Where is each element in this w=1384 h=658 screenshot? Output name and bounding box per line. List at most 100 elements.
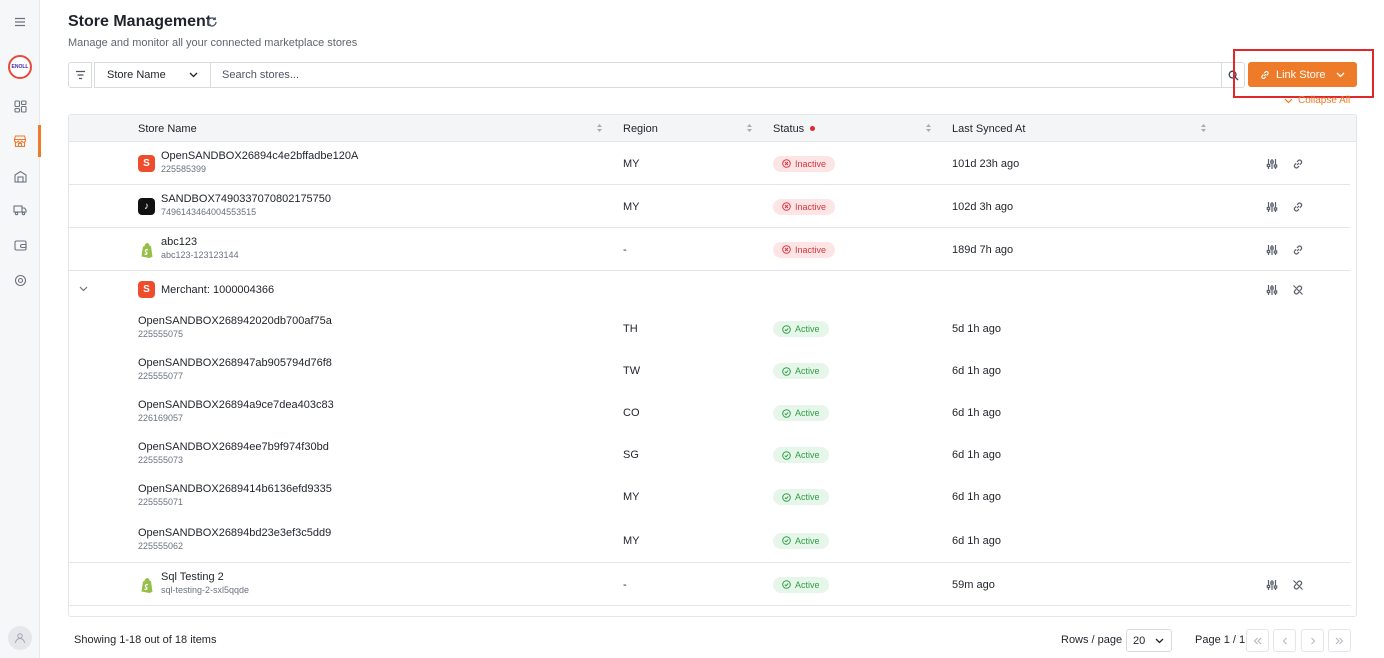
- last-synced-cell: 5d 1h ago: [952, 323, 1001, 335]
- store-id: 7496143464004553515: [161, 207, 257, 217]
- avatar[interactable]: [8, 626, 32, 650]
- search-input[interactable]: [210, 62, 1222, 88]
- chevron-down-icon[interactable]: [79, 286, 88, 292]
- merchant-group-row[interactable]: S Merchant: 1000004366: [69, 271, 1350, 308]
- store-id: 225555075: [138, 329, 184, 339]
- last-synced-cell: 6d 1h ago: [952, 534, 1001, 547]
- double-chevron-left-icon: [1253, 637, 1262, 644]
- chevron-down-icon: [1155, 638, 1164, 643]
- shopify-icon: [138, 576, 155, 593]
- status-label: Inactive: [795, 244, 827, 255]
- link-store-button[interactable]: Link Store: [1248, 62, 1357, 87]
- store-name-cell[interactable]: OpenSANDBOX26894a9ce7dea403c83 226169057: [138, 399, 334, 424]
- x-circle-icon: [782, 159, 791, 168]
- store-name-cell[interactable]: OpenSANDBOX268947ab905794d76f8 225555077: [138, 357, 332, 382]
- warehouse-icon[interactable]: [0, 160, 40, 192]
- sort-icon[interactable]: [925, 123, 932, 133]
- sidebar: ENOLL: [0, 0, 41, 658]
- status-label: Active: [795, 324, 820, 334]
- store-name-cell[interactable]: OpenSANDBOX26894c4e2bffadbe120A 225585399: [161, 150, 358, 175]
- link-icon[interactable]: [1292, 201, 1304, 213]
- status-label: Inactive: [795, 158, 827, 169]
- region-cell: TH: [623, 323, 638, 335]
- page-title: Store Management: [68, 13, 212, 30]
- rows-per-page-label: Rows / page: [1061, 634, 1123, 646]
- search-field-select[interactable]: Store Name: [94, 62, 211, 88]
- first-page-button[interactable]: [1246, 629, 1269, 652]
- refresh-icon[interactable]: [206, 16, 218, 28]
- status-cell: Active: [773, 476, 829, 518]
- chevron-down-icon: [189, 72, 198, 78]
- menu-icon[interactable]: [0, 6, 40, 38]
- link-icon[interactable]: [1292, 244, 1304, 256]
- last-synced-cell: 59m ago: [952, 578, 995, 591]
- shopee-icon: S: [138, 281, 155, 298]
- column-label: Store Name: [138, 122, 197, 135]
- store-name-cell[interactable]: abc123 abc123-123123144: [161, 236, 239, 261]
- sort-icon[interactable]: [1200, 123, 1207, 133]
- brand-logo[interactable]: ENOLL: [8, 55, 32, 79]
- status-cell: Active: [773, 350, 829, 392]
- column-header-last-synced[interactable]: Last Synced At: [952, 115, 1025, 142]
- store-name-cell[interactable]: Sql Testing 2 sql-testing-2-sxl5qqde: [161, 571, 249, 596]
- store-name-cell[interactable]: OpenSANDBOX2689414b6136efd9335 225555071: [138, 483, 332, 508]
- dashboard-icon[interactable]: [0, 90, 40, 122]
- link-icon[interactable]: [1292, 158, 1304, 170]
- table-row: OpenSANDBOX26894bd23e3ef3c5dd9 225555062 M…: [69, 518, 1350, 563]
- status-badge: Inactive: [773, 241, 836, 258]
- settings-sliders-icon[interactable]: [1266, 284, 1278, 296]
- store-id: 226169057: [138, 413, 184, 423]
- status-label: Active: [795, 366, 820, 376]
- filter-button[interactable]: [68, 62, 92, 88]
- settings-sliders-icon[interactable]: [1266, 244, 1278, 256]
- region-cell: MY: [623, 157, 640, 170]
- store-name: OpenSANDBOX26894bd23e3ef3c5dd9: [138, 527, 332, 539]
- store-name-cell[interactable]: OpenSANDBOX268942020db700af75a 225555075: [138, 315, 332, 340]
- last-synced-cell: 6d 1h ago: [952, 365, 1001, 377]
- double-chevron-right-icon: [1335, 637, 1344, 644]
- unlink-icon[interactable]: [1292, 284, 1304, 296]
- column-header-region[interactable]: Region: [623, 115, 658, 142]
- status-badge: Active: [773, 447, 829, 463]
- status-badge: Active: [773, 405, 829, 421]
- store-name-cell[interactable]: OpenSANDBOX26894ee7b9f974f30bd 225555073: [138, 441, 329, 466]
- gear-icon[interactable]: [0, 264, 40, 296]
- store-name-cell[interactable]: SANDBOX7490337070802175750 74961434640045…: [161, 193, 331, 218]
- column-label: Last Synced At: [952, 122, 1026, 135]
- unlink-icon[interactable]: [1292, 579, 1304, 591]
- chevron-up-icon: [1284, 98, 1293, 103]
- store-id: 225585399: [161, 164, 207, 174]
- last-synced-cell: 1d 1h ago: [952, 606, 1001, 616]
- settings-sliders-icon[interactable]: [1266, 158, 1278, 170]
- collapse-all-button[interactable]: Collapse All: [1284, 95, 1350, 106]
- settings-sliders-icon[interactable]: [1266, 579, 1278, 591]
- region-cell: SG: [623, 449, 639, 461]
- wallet-icon[interactable]: [0, 229, 40, 261]
- settings-sliders-icon[interactable]: [1266, 201, 1278, 213]
- sort-icon[interactable]: [596, 123, 603, 133]
- rows-per-page-select[interactable]: 20: [1126, 629, 1172, 652]
- store-icon[interactable]: [0, 125, 41, 157]
- store-name-cell[interactable]: OpenSANDBOX26894bd23e3ef3c5dd9 225555062: [138, 527, 331, 552]
- status-cell: Active: [773, 392, 829, 434]
- status-label: Inactive: [795, 201, 827, 212]
- x-circle-icon: [782, 202, 791, 211]
- page-info: Page 1 / 1: [1195, 634, 1246, 646]
- brand-logo-text: ENOLL: [11, 64, 29, 70]
- store-name: OpenSANDBOX26894c4e2bffadbe120A: [161, 150, 359, 162]
- status-label: Active: [795, 408, 820, 418]
- next-page-button[interactable]: [1301, 629, 1324, 652]
- filter-icon: [75, 70, 85, 80]
- column-header-status[interactable]: Status: [773, 115, 816, 142]
- status-cell: Active: [773, 434, 829, 476]
- prev-page-button[interactable]: [1273, 629, 1296, 652]
- truck-icon[interactable]: [0, 194, 40, 226]
- last-synced-cell: 6d 1h ago: [952, 407, 1001, 419]
- last-page-button[interactable]: [1328, 629, 1351, 652]
- sort-icon[interactable]: [746, 123, 753, 133]
- status-badge: Inactive: [773, 155, 836, 172]
- column-header-store-name[interactable]: Store Name: [138, 115, 197, 142]
- store-name: OpenSANDBOX26894ee7b9f974f30bd: [138, 441, 329, 453]
- chevron-down-icon: [1336, 72, 1345, 77]
- status-badge: Active: [773, 489, 829, 505]
